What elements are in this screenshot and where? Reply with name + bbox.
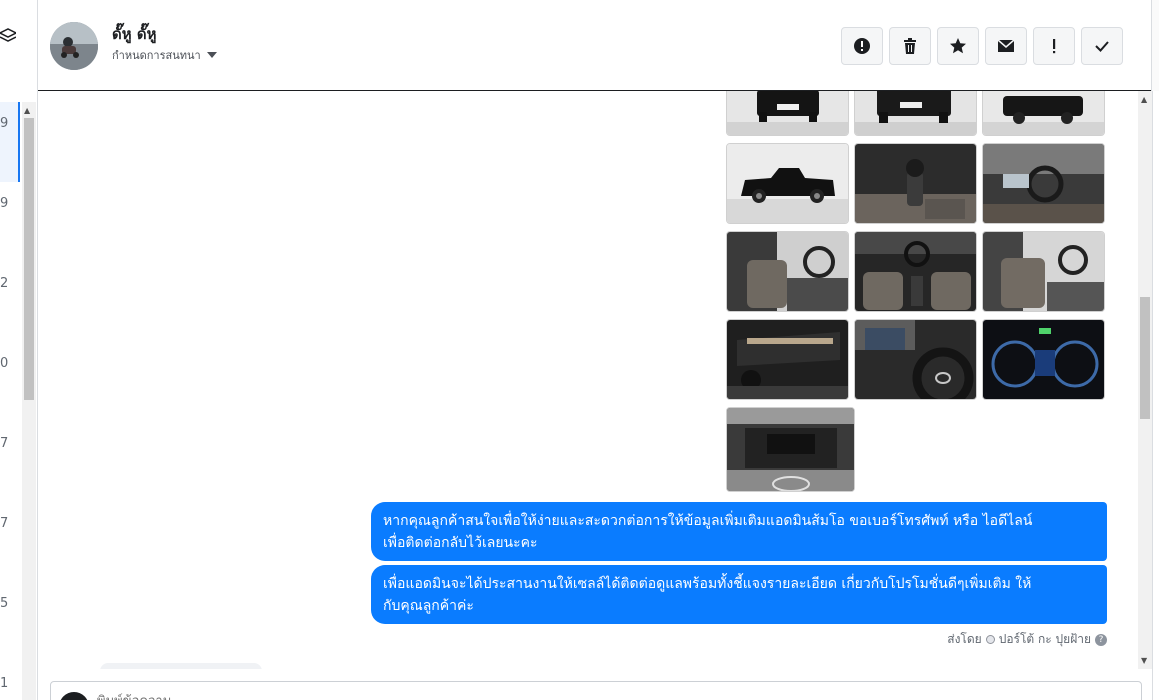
car-photo-gearshift[interactable]	[854, 143, 977, 224]
message-input[interactable]	[97, 690, 697, 700]
car-photo-rear-angle[interactable]	[854, 91, 977, 136]
list-item-count: 7	[0, 436, 9, 451]
inbox-window: 9 9 2 0 7 7 5 1 ▲ ดั๊หู ดั๊หู กำหนดการสน…	[0, 0, 1159, 700]
car-photo-driver-seat[interactable]	[982, 231, 1105, 312]
right-panel-edge	[1152, 91, 1159, 700]
list-item-count: 9	[0, 116, 9, 131]
priority-button[interactable]	[1033, 27, 1075, 65]
scroll-down-arrow-icon[interactable]: ▼	[1141, 656, 1147, 665]
car-photo-side[interactable]	[726, 143, 849, 224]
list-item-count: 9	[0, 196, 9, 211]
star-button[interactable]	[937, 27, 979, 65]
list-item-count: 2	[0, 276, 9, 291]
car-photo-door-panel[interactable]	[726, 319, 849, 400]
message-text-line: เพื่อติดต่อกลับไว้เลยนะคะ	[383, 535, 538, 551]
message-text-line: หากคุณลูกค้าสนใจเพื่อให้ง่ายและสะดวกต่อก…	[383, 513, 1033, 529]
mark-unread-button[interactable]	[985, 27, 1027, 65]
car-photo-side-rear[interactable]	[982, 91, 1105, 136]
message-text-line: กับคุณลูกค้าค่ะ	[383, 598, 474, 614]
car-photo-engine-bay[interactable]	[726, 407, 855, 492]
assign-conversation-dropdown[interactable]: กำหนดการสนทนา	[112, 46, 217, 64]
list-item-count: 5	[0, 596, 9, 611]
incoming-message-preview	[100, 663, 262, 669]
scroll-up-arrow-icon[interactable]: ▲	[1141, 95, 1147, 104]
header-edge	[1151, 0, 1159, 91]
scroll-up-arrow-icon[interactable]: ▲	[24, 106, 30, 115]
message-bubble[interactable]: เพื่อแอดมินจะได้ประสานงานให้เซลล์ได้ติดต…	[371, 565, 1107, 624]
star-icon	[950, 38, 966, 54]
check-icon	[1095, 41, 1109, 52]
page-avatar	[59, 692, 89, 700]
car-photo-interior-front[interactable]	[854, 231, 977, 312]
sent-by-info: ส่งโดย ปอร์โต้ กะ ปุยฝ้าย ?	[947, 630, 1107, 649]
mark-done-button[interactable]	[1081, 27, 1123, 65]
conversation-header: ดั๊หู ดั๊หู กำหนดการสนทนา	[38, 0, 1159, 91]
help-icon[interactable]: ?	[1095, 633, 1107, 646]
selected-conversation-bg[interactable]	[0, 102, 18, 182]
car-photo-dashboard[interactable]	[982, 143, 1105, 224]
contact-name[interactable]: ดั๊หู ดั๊หู	[112, 22, 156, 46]
avatar-photo	[50, 22, 98, 70]
car-photo-steering-wheel[interactable]	[854, 319, 977, 400]
list-item-count: 1	[0, 676, 9, 691]
selected-indicator	[18, 102, 20, 182]
exclamation-icon	[1053, 39, 1056, 54]
message-thread[interactable]: หากคุณลูกค้าสนใจเพื่อให้ง่ายและสะดวกต่อก…	[38, 91, 1141, 669]
car-photo-front-seat[interactable]	[726, 231, 849, 312]
delete-button[interactable]	[889, 27, 931, 65]
car-photo-gauge-cluster[interactable]	[982, 319, 1105, 400]
layers-icon[interactable]	[0, 26, 16, 44]
caret-down-icon	[206, 52, 217, 58]
message-composer[interactable]	[50, 681, 1142, 700]
conversation-list-edge: 9 9 2 0 7 7 5 1 ▲	[0, 0, 38, 700]
sender-avatar-icon	[985, 635, 995, 644]
mark-spam-button[interactable]	[841, 27, 883, 65]
conversation-actions	[841, 27, 1123, 65]
envelope-icon	[997, 39, 1015, 52]
avatar[interactable]	[50, 22, 98, 70]
thread-scrollbar[interactable]: ▲ ▼	[1138, 91, 1152, 669]
list-item-count: 0	[0, 356, 9, 371]
sender-name[interactable]: ปอร์โต้ กะ ปุยฝ้าย	[999, 630, 1091, 649]
message-text-line: เพื่อแอดมินจะได้ประสานงานให้เซลล์ได้ติดต…	[383, 576, 1032, 592]
assign-label: กำหนดการสนทนา	[112, 49, 201, 62]
car-photo-rear[interactable]	[726, 91, 849, 136]
sent-by-prefix: ส่งโดย	[947, 632, 982, 646]
thread-scrollbar-thumb[interactable]	[1140, 297, 1150, 419]
alert-circle-icon	[854, 38, 870, 54]
trash-icon	[904, 38, 916, 54]
message-bubble[interactable]: หากคุณลูกค้าสนใจเพื่อให้ง่ายและสะดวกต่อก…	[371, 502, 1107, 561]
list-scrollbar-thumb[interactable]	[24, 118, 34, 400]
list-item-count: 7	[0, 516, 9, 531]
